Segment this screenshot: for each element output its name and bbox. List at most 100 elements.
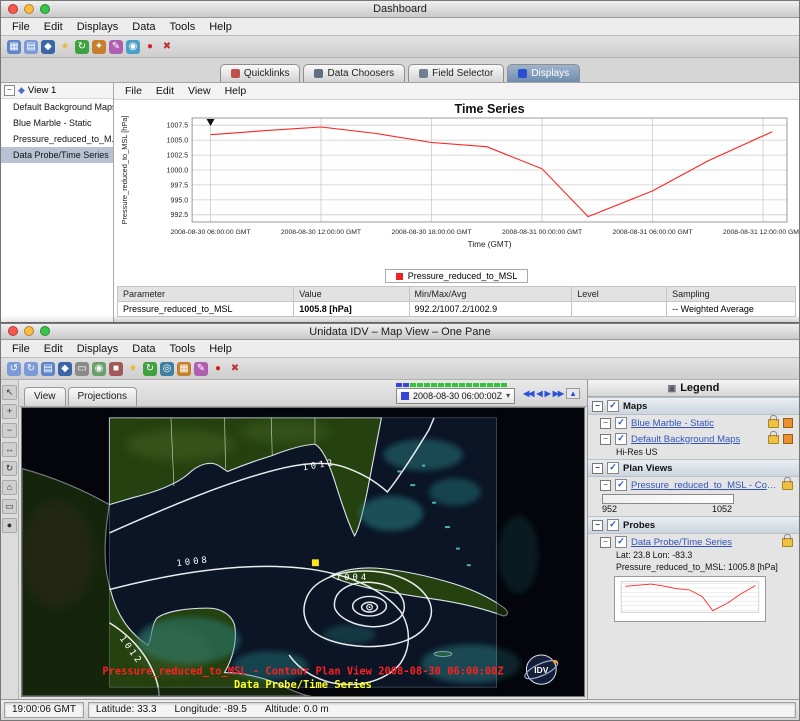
properties-icon[interactable]: [783, 418, 793, 428]
contour-display-label[interactable]: Pressure_reduced_to_MSL - Contour Plan V…: [102, 666, 503, 678]
time-series-chart[interactable]: Time Series992.5995.0997.51000.01002.510…: [114, 100, 799, 268]
stop-loads-icon[interactable]: ●: [211, 362, 225, 376]
menu-tools[interactable]: Tools: [163, 21, 203, 33]
menu-file[interactable]: File: [5, 21, 37, 33]
time-step-segment[interactable]: [424, 383, 430, 387]
collapse-icon[interactable]: −: [592, 520, 603, 531]
display-list-item[interactable]: Default Background Maps: [1, 99, 113, 115]
color-table-icon[interactable]: ▦: [177, 362, 191, 376]
zoom-out-icon[interactable]: −: [2, 423, 17, 438]
section-checkbox[interactable]: ✓: [607, 462, 619, 474]
close-window-icon[interactable]: [8, 326, 18, 336]
refresh-icon[interactable]: ↻: [75, 40, 89, 54]
legend-section-probes-header[interactable]: − ✓ Probes: [588, 516, 799, 534]
display-checkbox[interactable]: ✓: [615, 417, 627, 429]
redo-icon[interactable]: ↻: [24, 362, 38, 376]
home-view-icon[interactable]: ⌂: [2, 480, 17, 495]
display-link[interactable]: Pressure_reduced_to_MSL - Conto...: [631, 480, 778, 491]
ruler-icon[interactable]: ▭: [2, 499, 17, 514]
save-bundle-icon[interactable]: ◆: [58, 362, 72, 376]
refresh-icon[interactable]: ↻: [143, 362, 157, 376]
menu-view[interactable]: View: [181, 85, 218, 97]
menu-tools[interactable]: Tools: [163, 343, 203, 355]
collapse-icon[interactable]: −: [592, 401, 603, 412]
display-list-item[interactable]: Blue Marble - Static: [1, 115, 113, 131]
time-step-segment[interactable]: [480, 383, 486, 387]
search-icon[interactable]: ◉: [126, 40, 140, 54]
tab-displays[interactable]: Displays: [507, 64, 580, 82]
zoom-window-icon[interactable]: [40, 326, 50, 336]
display-list-item[interactable]: Data Probe/Time Series: [1, 147, 113, 163]
collapse-icon[interactable]: −: [600, 434, 611, 445]
tree-collapse-icon[interactable]: −: [4, 85, 15, 96]
tab-view[interactable]: View: [24, 387, 66, 406]
probe-chart-thumbnail[interactable]: [614, 576, 766, 622]
tab-quicklinks[interactable]: Quicklinks: [220, 64, 301, 82]
settings-icon[interactable]: ●: [2, 518, 17, 533]
view-tree-root[interactable]: − ◆ View 1: [1, 83, 113, 99]
display-link[interactable]: Blue Marble - Static: [631, 418, 714, 429]
lock-icon[interactable]: [768, 435, 779, 444]
projection-icon[interactable]: ◎: [160, 362, 174, 376]
tab-field-selector[interactable]: Field Selector: [408, 64, 504, 82]
cancel-icon[interactable]: ✖: [160, 40, 174, 54]
time-step-segment[interactable]: [501, 383, 507, 387]
display-list-item[interactable]: Pressure_reduced_to_M.: [1, 131, 113, 147]
menu-help[interactable]: Help: [202, 21, 239, 33]
display-link[interactable]: Data Probe/Time Series: [631, 537, 732, 548]
time-selector-dropdown[interactable]: 2008-08-30 06:00:00Z ▾: [396, 388, 515, 404]
undo-icon[interactable]: ↺: [7, 362, 21, 376]
menu-displays[interactable]: Displays: [70, 21, 126, 33]
time-step-segment[interactable]: [487, 383, 493, 387]
minimize-window-icon[interactable]: [24, 326, 34, 336]
time-step-segment[interactable]: [473, 383, 479, 387]
time-step-segment[interactable]: [410, 383, 416, 387]
menu-help[interactable]: Help: [202, 343, 239, 355]
zoom-window-icon[interactable]: [40, 4, 50, 14]
menu-displays[interactable]: Displays: [70, 343, 126, 355]
time-step-segment[interactable]: [445, 383, 451, 387]
display-checkbox[interactable]: ✓: [615, 433, 627, 445]
dashboard-titlebar[interactable]: Dashboard: [1, 1, 799, 18]
image-capture-icon[interactable]: ◉: [92, 362, 106, 376]
lock-icon[interactable]: [768, 419, 779, 428]
lock-icon[interactable]: [782, 538, 793, 547]
step-back-button[interactable]: ◀: [536, 389, 541, 398]
play-button[interactable]: ▶: [545, 389, 550, 398]
show-dashboard-icon[interactable]: ▦: [7, 40, 21, 54]
time-step-segment[interactable]: [431, 383, 437, 387]
zoom-in-icon[interactable]: +: [2, 404, 17, 419]
map-scene[interactable]: 1012 1008 1004 1012 Pressure_reduced_to_…: [22, 408, 584, 696]
collapse-icon[interactable]: −: [600, 418, 611, 429]
tab-projections[interactable]: Projections: [68, 387, 137, 406]
legend-section-plan-views-header[interactable]: − ✓ Plan Views: [588, 459, 799, 477]
rotate-icon[interactable]: ↻: [2, 461, 17, 476]
menu-edit[interactable]: Edit: [37, 343, 70, 355]
time-step-segment[interactable]: [494, 383, 500, 387]
favorites-star-icon[interactable]: ★: [126, 362, 140, 376]
menu-data[interactable]: Data: [125, 343, 162, 355]
legend-section-maps-header[interactable]: − ✓ Maps: [588, 397, 799, 415]
toggle-animation-properties-button[interactable]: ▲: [566, 388, 580, 399]
edit-icon[interactable]: ✎: [109, 40, 123, 54]
section-checkbox[interactable]: ✓: [607, 519, 619, 531]
time-step-segment[interactable]: [459, 383, 465, 387]
menu-data[interactable]: Data: [125, 21, 162, 33]
color-scale-bar[interactable]: [602, 494, 734, 504]
collapse-icon[interactable]: −: [592, 463, 603, 474]
tab-data-choosers[interactable]: Data Choosers: [303, 64, 405, 82]
menu-file[interactable]: File: [118, 85, 149, 97]
probe-display-label[interactable]: Data Probe/Time Series: [234, 679, 372, 691]
time-step-segment[interactable]: [396, 383, 402, 387]
map-view[interactable]: 1012 1008 1004 1012 Pressure_reduced_to_…: [21, 407, 585, 697]
menu-file[interactable]: File: [5, 343, 37, 355]
menu-edit[interactable]: Edit: [149, 85, 181, 97]
stop-loads-icon[interactable]: ●: [143, 40, 157, 54]
collapse-icon[interactable]: −: [600, 480, 611, 491]
display-checkbox[interactable]: ✓: [615, 536, 627, 548]
drawing-icon[interactable]: ✎: [194, 362, 208, 376]
print-icon[interactable]: ▭: [75, 362, 89, 376]
pan-icon[interactable]: ↔: [2, 442, 17, 457]
time-step-segment[interactable]: [438, 383, 444, 387]
select-cursor-icon[interactable]: ↖: [2, 385, 17, 400]
